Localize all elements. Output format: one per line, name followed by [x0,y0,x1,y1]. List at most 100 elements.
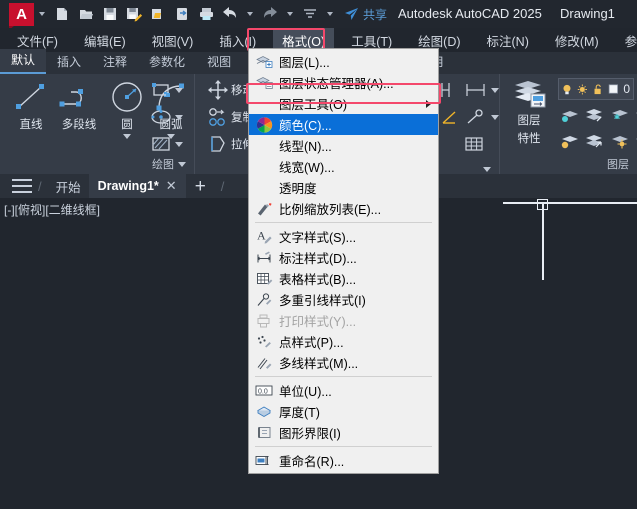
table-row-btn[interactable] [463,134,485,154]
menu-item-drawing-limits[interactable]: 图形界限(I) [249,422,438,443]
menu-item-mleader-style[interactable]: 多重引线样式(I) [249,289,438,310]
layer-iso-icon [585,108,602,121]
menu-item-scale-list[interactable]: 比例缩放列表(E)... [249,198,438,219]
redo-caret-icon[interactable] [287,12,293,16]
draw-ellipse-caret-icon[interactable] [175,114,183,120]
menu-item-plot-style: 打印样式(Y)... [249,310,438,331]
menu-item-layer[interactable]: 图层(L)... [249,51,438,72]
draw-panel-caret-icon[interactable] [178,161,186,167]
svg-text:A: A [257,229,266,243]
dimension-row[interactable] [439,80,499,100]
draw-rectangle-caret-icon[interactable] [175,87,183,93]
menu-item-transparency[interactable]: 透明度 [249,177,438,198]
draw-hatch-caret-icon[interactable] [175,141,183,147]
ribbon-tab-insert[interactable]: 插入 [46,51,92,74]
autocad-window: A 共享 Autodesk AutoCAD 2025 Drawing1 文件(F… [0,0,637,509]
menu-item-dim-style[interactable]: 标注样式(D)... [249,247,438,268]
layer-properties-label-1: 图层 [517,115,541,127]
customize-caret-icon[interactable] [327,12,333,16]
ribbon-tab-view[interactable]: 视图 [196,51,242,74]
layer-control-bar[interactable]: 0 [558,78,634,100]
customize-icon[interactable] [299,3,321,25]
menu-item-point-style[interactable]: 点样式(P)... [249,331,438,352]
open-folder-icon[interactable] [75,3,97,25]
viewport-label[interactable]: [-][俯视][二维线框] [4,201,100,218]
layer-properties-label-2: 特性 [517,133,541,145]
draw-polyline-label: 多段线 [61,119,97,131]
menu-item-lineweight[interactable]: 线宽(W)... [249,156,438,177]
annotation-icons-panel [437,74,500,174]
ribbon-tab-default[interactable]: 默认 [0,49,47,74]
hamburger-icon[interactable] [12,179,32,193]
menu-item-text-style[interactable]: A 文字样式(S)... [249,226,438,247]
menu-view[interactable]: 视图(V) [143,28,203,53]
tab-start[interactable]: 开始 [48,177,89,196]
layer-panel-title-label: 图层 [607,159,629,171]
ribbon-tab-parametric[interactable]: 参数化 [138,51,196,74]
redo-icon[interactable] [259,3,281,25]
menu-item-units-label: 单位(U)... [279,385,332,399]
export-icon[interactable] [147,3,169,25]
tab-divider-1: / [38,178,42,194]
new-file-icon[interactable] [51,3,73,25]
dimension-icon [441,83,450,97]
menu-item-layer-label: 图层(L)... [279,56,330,70]
draw-rectangle-row[interactable] [150,80,183,100]
dim-linear-icon [466,84,485,96]
drawing-limits-icon [255,424,273,441]
menu-item-text-style-label: 文字样式(S)... [279,231,357,245]
leader-caret-icon[interactable] [491,114,499,120]
units-icon: 0.0 [255,382,273,399]
leader-row[interactable] [439,107,499,127]
layer-unlock-icon [635,137,637,140]
menu-edit[interactable]: 编辑(E) [75,28,135,53]
dimension-caret-icon[interactable] [491,87,499,93]
menu-item-plot-style-label: 打印样式(Y)... [279,315,357,329]
draw-polyline-button[interactable]: 多段线 [56,80,102,132]
save-icon[interactable] [99,3,121,25]
menu-item-table-style[interactable]: 表格样式(B)... [249,268,438,289]
save-as-icon[interactable] [123,3,145,25]
close-icon[interactable]: ✕ [166,178,177,194]
autocad-logo[interactable]: A [9,2,34,30]
plot-preview-icon[interactable] [171,3,193,25]
menu-item-linetype[interactable]: 线型(N)... [249,135,438,156]
menu-parametric[interactable]: 参数(P) [616,28,637,53]
draw-line-button[interactable]: 直线 [8,80,54,132]
new-tab-button[interactable]: + [186,177,215,196]
menu-item-layer-tools[interactable]: 图层工具(O) [249,93,438,114]
scale-list-icon [255,200,273,217]
share-button[interactable]: 共享 [344,6,387,23]
draw-ellipse-row[interactable] [150,107,183,127]
menu-item-rename[interactable]: 重命名(R)... [249,450,438,471]
draw-circle-caret-icon[interactable] [123,134,131,139]
tab-drawing1[interactable]: Drawing1* ✕ [88,174,186,198]
draw-circle-button[interactable]: 圆 [104,80,150,139]
menu-item-thickness-label: 厚度(T) [279,406,320,420]
menu-item-table-style-label: 表格样式(B)... [279,273,357,287]
print-icon[interactable] [195,3,217,25]
quick-access-caret-icon[interactable] [39,12,45,16]
menu-item-point-style-label: 点样式(P)... [279,336,344,350]
table-icon [465,137,483,151]
layer-properties-button[interactable]: 图层 特性 [504,78,554,146]
leader-icon [467,109,483,124]
undo-caret-icon[interactable] [247,12,253,16]
layer-tools-grid [556,102,637,154]
line-icon [16,84,44,109]
ribbon-tab-annotate[interactable]: 注释 [92,51,138,74]
move-icon [208,80,228,100]
menu-modify[interactable]: 修改(M) [546,28,608,53]
draw-hatch-row[interactable] [150,134,183,154]
menu-item-layer-states[interactable]: 图层状态管理器(A)... [249,72,438,93]
menu-dimension[interactable]: 标注(N) [478,28,538,53]
menu-item-thickness[interactable]: 厚度(T) [249,401,438,422]
annotation-icons-caret-icon[interactable] [483,167,491,172]
menu-item-mline-style[interactable]: 多线样式(M)... [249,352,438,373]
menu-item-color[interactable]: 颜色(C)... [249,114,438,135]
menu-item-units[interactable]: 0.0 单位(U)... [249,380,438,401]
format-dropdown-menu: 图层(L)... 图层状态管理器(A)... 图层工具(O) 颜色(C)... … [248,48,439,474]
thickness-icon [255,403,273,420]
undo-icon[interactable] [219,3,241,25]
menu-separator-1 [255,222,432,223]
